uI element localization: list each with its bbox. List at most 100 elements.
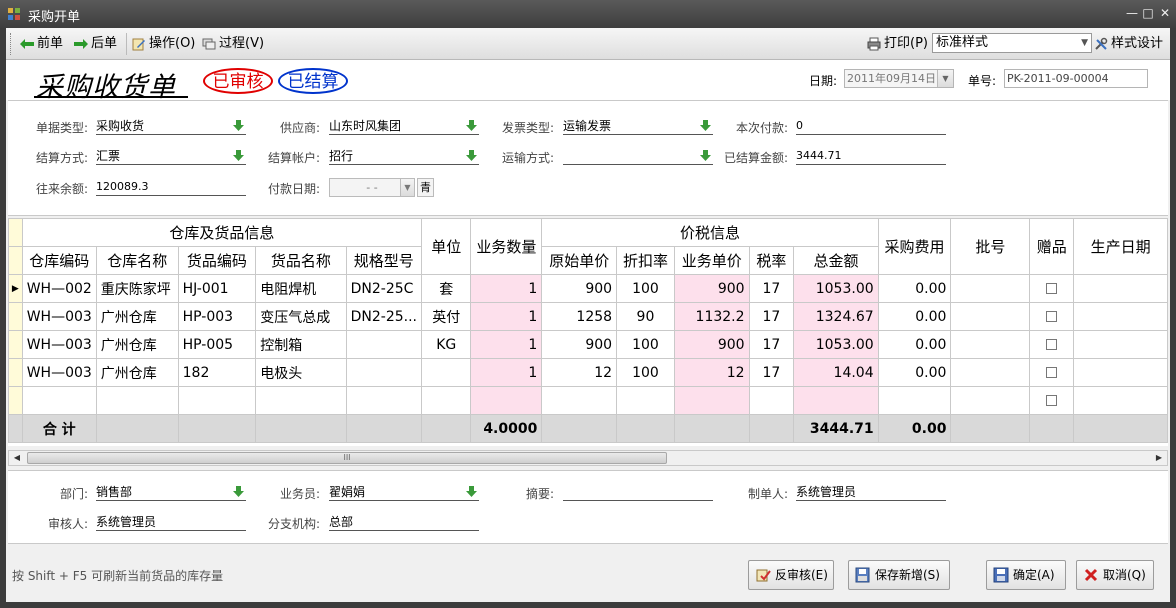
next-button[interactable]: 后单 xyxy=(74,35,117,53)
dropdown-arrow-icon[interactable] xyxy=(233,150,244,161)
ok-button[interactable]: 确定(A) xyxy=(986,560,1066,590)
cell-discount[interactable] xyxy=(616,386,675,415)
cell-total[interactable]: 1053.00 xyxy=(793,274,879,303)
cell-total[interactable]: 14.04 xyxy=(793,358,879,387)
col-batch[interactable]: 批号 xyxy=(950,218,1031,275)
table-row[interactable]: ▶ WH—002 重庆陈家坪 HJ-001 电阻焊机 DN2-25C 套 1 9… xyxy=(8,274,1168,303)
gift-checkbox[interactable] xyxy=(1046,311,1058,322)
cell-price[interactable]: 1132.2 xyxy=(673,302,750,331)
cell-item-name[interactable]: 控制箱 xyxy=(255,330,347,359)
cell-gift[interactable] xyxy=(1029,274,1075,303)
cell-qty[interactable]: 1 xyxy=(470,302,543,331)
minimize-button[interactable]: — xyxy=(1124,5,1140,21)
bill-no-field[interactable]: PK-2011-09-00004 xyxy=(1004,69,1148,88)
col-item-code[interactable]: 货品编码 xyxy=(177,246,257,275)
cell-fee[interactable]: 0.00 xyxy=(877,274,952,303)
cell-item-code[interactable]: 182 xyxy=(177,358,257,387)
col-tax[interactable]: 税率 xyxy=(748,246,795,275)
cell-mfg-date[interactable] xyxy=(1073,330,1168,359)
col-gift[interactable]: 赠品 xyxy=(1029,218,1075,275)
cell-item-name[interactable]: 电极头 xyxy=(255,358,347,387)
cell-spec[interactable] xyxy=(345,386,423,415)
cell-tax[interactable]: 17 xyxy=(748,302,795,331)
cell-price[interactable]: 12 xyxy=(673,358,750,387)
date-picker[interactable]: 2011年09月14日 ▼ xyxy=(844,69,954,88)
cell-wh-name[interactable]: 广州仓库 xyxy=(95,330,179,359)
table-row-empty[interactable] xyxy=(8,386,1168,415)
cell-wh-name[interactable]: 广州仓库 xyxy=(95,358,179,387)
cell-batch[interactable] xyxy=(950,386,1031,415)
save-new-button[interactable]: 保存新增(S) xyxy=(848,560,950,590)
cell-discount[interactable]: 90 xyxy=(616,302,675,331)
cell-item-name[interactable] xyxy=(255,386,347,415)
invoice-type-field[interactable]: 运输发票 xyxy=(563,117,713,135)
cell-fee[interactable]: 0.00 xyxy=(877,358,952,387)
dept-field[interactable]: 销售部 xyxy=(96,483,246,501)
cell-mfg-date[interactable] xyxy=(1073,386,1168,415)
dropdown-arrow-icon[interactable] xyxy=(466,120,477,131)
transport-field[interactable] xyxy=(563,147,713,165)
chevron-down-icon[interactable]: ▼ xyxy=(400,179,414,196)
cell-fee[interactable]: 0.00 xyxy=(877,330,952,359)
cell-batch[interactable] xyxy=(950,274,1031,303)
gift-checkbox[interactable] xyxy=(1046,283,1058,294)
prev-button[interactable]: 前单 xyxy=(20,35,63,53)
cell-qty[interactable] xyxy=(470,386,543,415)
pay-now-field[interactable]: 0 xyxy=(796,117,946,135)
cell-gift[interactable] xyxy=(1029,302,1075,331)
cell-orig-price[interactable]: 900 xyxy=(541,274,618,303)
cell-unit[interactable] xyxy=(420,386,472,415)
cancel-button[interactable]: 取消(Q) xyxy=(1076,560,1154,590)
cell-spec[interactable] xyxy=(345,358,423,387)
chevron-down-icon[interactable]: ▼ xyxy=(937,70,953,87)
cell-gift[interactable] xyxy=(1029,358,1075,387)
gift-checkbox[interactable] xyxy=(1046,395,1058,406)
settle-account-field[interactable]: 招行 xyxy=(329,147,479,165)
pay-date-picker[interactable]: - - ▼ xyxy=(329,178,415,197)
horizontal-scrollbar[interactable]: ◀ III ▶ xyxy=(8,450,1168,466)
cell-mfg-date[interactable] xyxy=(1073,274,1168,303)
branch-field[interactable]: 总部 xyxy=(329,513,479,531)
supplier-field[interactable]: 山东时风集团 xyxy=(329,117,479,135)
salesman-field[interactable]: 翟娟娟 xyxy=(329,483,479,501)
cell-qty[interactable]: 1 xyxy=(470,330,543,359)
process-menu[interactable]: 过程(V) xyxy=(202,35,264,53)
dropdown-arrow-icon[interactable] xyxy=(466,486,477,497)
dropdown-arrow-icon[interactable] xyxy=(233,120,244,131)
cell-item-code[interactable]: HP-003 xyxy=(177,302,257,331)
cell-unit[interactable]: 套 xyxy=(420,274,472,303)
col-wh-name[interactable]: 仓库名称 xyxy=(95,246,179,275)
cell-orig-price[interactable] xyxy=(541,386,618,415)
cell-mfg-date[interactable] xyxy=(1073,302,1168,331)
cell-item-code[interactable]: HJ-001 xyxy=(177,274,257,303)
style-design-button[interactable]: 样式设计 xyxy=(1094,35,1163,53)
cell-unit[interactable] xyxy=(420,358,472,387)
cell-batch[interactable] xyxy=(950,358,1031,387)
cell-item-name[interactable]: 电阻焊机 xyxy=(255,274,347,303)
unaudit-button[interactable]: 反审核(E) xyxy=(748,560,834,590)
cell-wh-name[interactable]: 重庆陈家坪 xyxy=(95,274,179,303)
gift-checkbox[interactable] xyxy=(1046,339,1058,350)
cell-gift[interactable] xyxy=(1029,386,1075,415)
col-spec[interactable]: 规格型号 xyxy=(345,246,423,275)
cell-tax[interactable]: 17 xyxy=(748,274,795,303)
cell-tax[interactable] xyxy=(748,386,795,415)
cell-batch[interactable] xyxy=(950,330,1031,359)
col-price[interactable]: 业务单价 xyxy=(673,246,750,275)
close-button[interactable]: ✕ xyxy=(1157,5,1173,21)
cell-wh-name[interactable]: 广州仓库 xyxy=(95,302,179,331)
cell-spec[interactable]: DN2-25C xyxy=(345,274,423,303)
summary-field[interactable] xyxy=(563,483,713,501)
col-wh-code[interactable]: 仓库编码 xyxy=(21,246,97,275)
cell-discount[interactable]: 100 xyxy=(616,330,675,359)
cell-qty[interactable]: 1 xyxy=(470,274,543,303)
cell-wh-code[interactable]: WH—002 xyxy=(21,274,97,303)
cell-tax[interactable]: 17 xyxy=(748,358,795,387)
cell-discount[interactable]: 100 xyxy=(616,274,675,303)
print-button[interactable]: 打印(P) xyxy=(867,35,928,53)
cell-gift[interactable] xyxy=(1029,330,1075,359)
col-qty[interactable]: 业务数量 xyxy=(470,218,543,275)
col-total[interactable]: 总金额 xyxy=(793,246,879,275)
col-unit[interactable]: 单位 xyxy=(420,218,472,275)
cell-wh-code[interactable]: WH—003 xyxy=(21,358,97,387)
